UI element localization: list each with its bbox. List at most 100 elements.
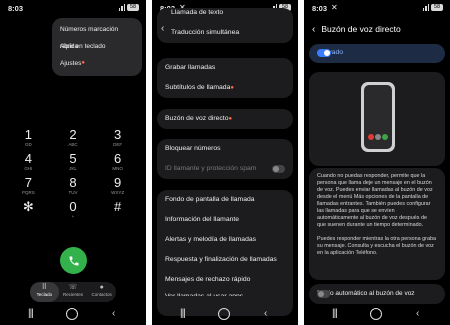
keypad-digit: 8 [69, 175, 77, 190]
settings-item-call-background[interactable]: Fondo de pantalla de llamada [157, 190, 293, 210]
settings-group-blocking: Bloquear números ID llamante y protecció… [157, 139, 293, 179]
settings-item-block-numbers[interactable]: Bloquear números [157, 139, 293, 159]
keypad-key[interactable]: ✻ [6, 200, 51, 219]
settings-item-caller-info[interactable]: Información del llamante [157, 210, 293, 230]
keypad-letters: GHI [24, 166, 33, 171]
keypad-digit: 1 [24, 127, 32, 142]
auto-send-label: Envío automático al buzón de voz [317, 290, 415, 297]
call-button[interactable] [60, 247, 87, 274]
settings-item-live-translate[interactable]: Traducción simultánea [157, 23, 293, 43]
call-settings-screen: 8:03 ✕ 58 Llamada de texto Traducción si… [152, 0, 298, 325]
illustration-card [309, 72, 445, 166]
tab-contacts[interactable]: ● Contactos [87, 282, 116, 302]
badge-dot: ● [228, 116, 233, 122]
auto-send-toggle[interactable] [317, 290, 330, 298]
keypad-key[interactable]: 6 MNO [95, 152, 140, 171]
keypad-key[interactable]: 0 + [51, 200, 96, 219]
status-bar: 8:03 58 [0, 0, 146, 16]
keypad-letters: PQRS [21, 190, 35, 195]
system-nav-bar: ||| ‹ [0, 308, 146, 322]
recents-nav-icon[interactable]: ||| [28, 308, 34, 319]
keypad-digit: 6 [114, 151, 122, 166]
settings-group-top: Llamada de texto Traducción simultánea [157, 8, 293, 43]
tab-recents[interactable]: ☏ Recientes [59, 282, 88, 302]
keypad-key[interactable]: 3 DEF [95, 128, 140, 147]
keypad-digit: ✻ [22, 199, 34, 214]
home-nav-icon[interactable] [370, 308, 382, 320]
keypad-letters: DEF [113, 142, 123, 147]
keypad-letters: GD [24, 142, 32, 147]
settings-item-calls-in-apps[interactable]: Ver llamadas al usar apps [157, 290, 293, 296]
signal-icon [118, 4, 125, 11]
keypad-key[interactable]: 2 ABC [51, 128, 96, 147]
keypad-key[interactable]: 5 JKL [51, 152, 96, 171]
keypad-key[interactable]: 9 WXYZ [95, 176, 140, 195]
settings-item-record-calls[interactable]: Grabar llamadas [157, 58, 293, 78]
keypad-digit: 2 [69, 127, 77, 142]
keypad-digit: 0 [69, 199, 77, 214]
keypad-key[interactable]: 8 TUV [51, 176, 96, 195]
menu-item-settings[interactable]: Ajustes● [52, 55, 142, 72]
back-nav-icon[interactable]: ‹ [264, 308, 267, 319]
keypad-key[interactable]: 7 PQRS [6, 176, 51, 195]
keypad-digit: 7 [24, 175, 32, 190]
keypad-letters: JKL [69, 166, 77, 171]
recents-nav-icon[interactable]: ||| [180, 308, 186, 319]
recents-nav-icon[interactable]: ||| [332, 308, 338, 319]
page-header: ‹ Buzón de voz directo [312, 24, 401, 35]
phone-icon [69, 256, 78, 265]
menu-item-settings-label: Ajustes [60, 60, 82, 67]
phone-illustration [361, 82, 395, 152]
description-text-2: Puedes responder mientras la otra person… [317, 236, 436, 256]
keypad-letters: + [71, 214, 75, 219]
back-icon[interactable]: ‹ [161, 23, 164, 34]
system-nav-bar: ||| ‹ [152, 308, 298, 322]
keypad-letters: WXYZ [111, 190, 125, 195]
close-notification-icon: ✕ [331, 3, 338, 12]
back-nav-icon[interactable]: ‹ [112, 308, 115, 319]
keypad-key[interactable]: # [95, 200, 140, 219]
settings-item-quick-decline[interactable]: Mensajes de rechazo rápido [157, 270, 293, 290]
back-nav-icon[interactable]: ‹ [416, 308, 419, 319]
description-text-1: Cuando no puedas responder, permite que … [317, 173, 433, 228]
settings-item-answer-end[interactable]: Respuesta y finalización de llamadas [157, 250, 293, 270]
system-nav-bar: ||| ‹ [304, 308, 450, 322]
keypad-letters: ABC [68, 142, 78, 147]
decline-call-icon [368, 134, 374, 140]
home-nav-icon[interactable] [66, 308, 78, 320]
settings-group-voicemail: Buzón de voz directo● [157, 109, 293, 129]
keypad-key[interactable]: 4 GHI [6, 152, 51, 171]
voicemail-icon [375, 134, 381, 140]
keypad-digit: 9 [114, 175, 122, 190]
page-title: Buzón de voz directo [321, 24, 401, 34]
settings-item-text-call[interactable]: Llamada de texto [157, 8, 293, 23]
settings-item-caller-id-spam[interactable]: ID llamante y protección spam [157, 159, 293, 179]
tab-keypad[interactable]: ⠿ Teclado [30, 282, 59, 302]
settings-item-call-alerts[interactable]: Alertas y melodía de llamadas [157, 230, 293, 250]
dialer-screen: 8:03 58 Números marcación rápida Abrir e… [0, 0, 146, 325]
status-time: 8:03 [8, 4, 24, 13]
caller-id-toggle[interactable] [272, 165, 285, 173]
keypad-icon: ⠿ [41, 284, 47, 291]
contacts-icon: ● [99, 284, 104, 291]
status-bar: 8:03 ✕ 58 [304, 0, 450, 16]
back-icon[interactable]: ‹ [312, 24, 315, 35]
menu-item-speed-dial[interactable]: Números marcación rápida [52, 21, 142, 50]
badge-dot: ● [230, 85, 234, 91]
keypad-digit: 3 [114, 127, 122, 142]
keypad-digit: 5 [69, 151, 77, 166]
auto-send-row[interactable]: Envío automático al buzón de voz [309, 284, 445, 304]
description-card: Cuando no puedas responder, permite que … [309, 168, 445, 280]
menu-item-open-keypad[interactable]: Abrir en teclado [52, 38, 142, 55]
settings-item-direct-voicemail[interactable]: Buzón de voz directo● [157, 109, 293, 129]
settings-item-call-subtitles[interactable]: Subtítulos de llamada● [157, 78, 293, 98]
status-time: 8:03 [312, 4, 328, 13]
activated-toggle[interactable] [317, 49, 331, 57]
keypad-key[interactable]: 1 GD [6, 128, 51, 147]
settings-group-display: Fondo de pantalla de llamada Información… [157, 190, 293, 316]
home-nav-icon[interactable] [218, 308, 230, 320]
master-switch-row[interactable]: Activado [309, 44, 445, 63]
signal-icon [422, 4, 429, 11]
recents-icon: ☏ [68, 284, 78, 291]
settings-group-recording: Grabar llamadas Subtítulos de llamada● [157, 58, 293, 98]
